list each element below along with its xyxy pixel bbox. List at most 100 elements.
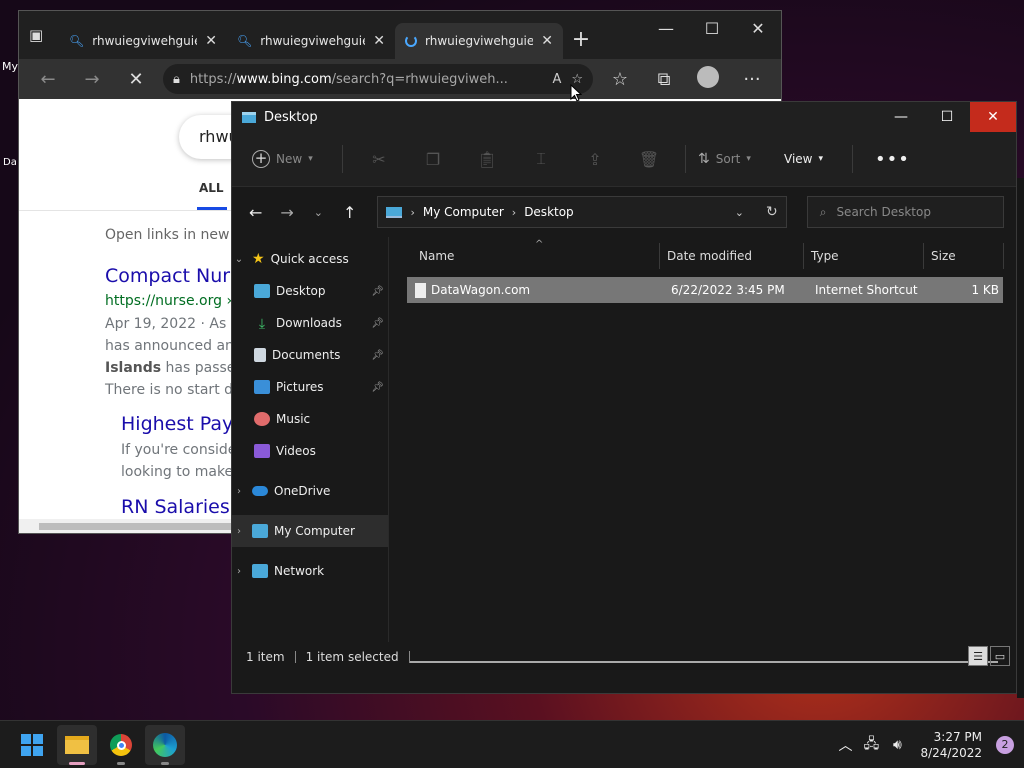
forward-icon[interactable]: → [275,203,298,222]
desktop-icon-label[interactable]: Da [3,157,17,168]
sidebar-item-my-computer[interactable]: › My Computer [232,515,388,547]
sub-result-link[interactable]: Highest Payi [121,413,239,435]
lock-icon[interactable]: 🔒︎ [173,72,180,87]
search-input[interactable]: ⌕ Search Desktop [806,196,1004,228]
taskbar-chrome[interactable] [101,725,141,765]
profile-avatar[interactable] [691,65,725,93]
forward-icon[interactable]: → [75,69,109,90]
rename-icon[interactable]: ⌶ [517,149,565,169]
url-text[interactable]: https://www.bing.com/search?q=rhwuiegviw… [190,72,543,87]
close-button[interactable]: ✕ [970,102,1016,132]
read-aloud-icon[interactable]: A [552,72,561,87]
settings-more-icon[interactable]: ··· [735,69,769,90]
refresh-icon[interactable]: ↻ [766,204,778,220]
close-tab-icon[interactable]: ✕ [205,33,217,49]
explorer-title-bar[interactable]: Desktop — ☐ ✕ [232,102,1016,132]
sidebar-item-quick-access[interactable]: ⌄ ★ Quick access [232,243,388,275]
see-more-button[interactable]: ••• [875,149,910,170]
chevron-right-icon[interactable]: › [232,526,246,537]
close-tab-icon[interactable]: ✕ [541,33,553,49]
tab-actions-icon[interactable]: ▣ [29,26,59,44]
tab-all[interactable]: ALL [199,181,224,195]
desktop-icon-label[interactable]: My [2,60,18,73]
selection-count: 1 item selected [305,650,399,664]
back-icon[interactable]: ← [31,69,65,90]
up-icon[interactable]: ↑ [338,203,361,222]
details-view-icon[interactable]: ☰ [968,646,988,666]
copy-icon[interactable]: ❐ [409,150,457,169]
chevron-down-icon: ▾ [746,154,751,164]
sort-ascending-icon: ^ [535,239,544,250]
sidebar-item-onedrive[interactable]: › OneDrive [232,475,388,507]
volume-icon[interactable]: 🔊︎ [884,737,910,753]
sidebar-item-pictures[interactable]: Pictures 📌︎ [232,371,388,403]
stop-loading-icon[interactable]: ✕ [119,69,153,90]
sidebar-item-documents[interactable]: Documents 📌︎ [232,339,388,371]
close-tab-icon[interactable]: ✕ [373,33,385,49]
open-links-setting[interactable]: Open links in new ta [105,227,248,243]
table-row[interactable]: DataWagon.com 6/22/2022 3:45 PM Internet… [407,277,1003,303]
maximize-button[interactable]: ☐ [689,19,735,38]
column-header-type[interactable]: Type [811,249,839,263]
cut-icon[interactable]: ✂ [355,150,403,169]
view-button[interactable]: View ▾ [784,152,840,166]
collections-icon[interactable]: ⧉ [647,69,681,90]
sub-result-link[interactable]: RN Salaries [121,496,230,518]
delete-icon[interactable]: 🗑︎ [625,150,673,169]
new-button[interactable]: + New ▾ [252,150,330,168]
address-bar[interactable]: 🔒︎ https://www.bing.com/search?q=rhwuieg… [163,64,593,94]
minimize-button[interactable]: — [643,19,689,38]
breadcrumb-desktop[interactable]: Desktop [524,205,574,219]
breadcrumb[interactable]: › My Computer › Desktop ⌄ ↻ [377,196,787,228]
command-bar: + New ▾ ✂ ❐ 📋︎ ⌶ ⇪ 🗑︎ ⇅ Sort ▾ View ▾ ••… [232,132,1016,187]
document-icon [254,348,266,362]
taskbar-file-explorer[interactable] [57,725,97,765]
loading-spinner-icon [405,35,417,47]
chevron-up-icon[interactable]: ︿ [832,735,858,755]
minimize-button[interactable]: — [878,102,924,132]
sidebar-item-network[interactable]: › Network [232,555,388,587]
computer-icon [386,206,403,218]
clock[interactable]: 3:27 PM 8/24/2022 [920,729,982,761]
tiles-view-icon[interactable]: ▭ [990,646,1010,666]
chevron-right-icon[interactable]: › [410,206,414,219]
column-header-date[interactable]: Date modified [667,249,752,263]
background-window-edge [1017,178,1024,698]
browser-tab[interactable]: 🔍︎ rhwuiegviwehguier ✕ [59,23,227,59]
notification-badge[interactable]: 2 [996,736,1014,754]
column-header-name[interactable]: Name [419,249,454,263]
chevron-right-icon[interactable]: › [512,206,516,219]
back-icon[interactable]: ← [244,203,267,222]
chevron-right-icon[interactable]: › [232,486,246,497]
result-title-link[interactable]: Compact Nurs [105,265,240,287]
sidebar-item-downloads[interactable]: ⤓ Downloads 📌︎ [232,307,388,339]
sidebar-item-videos[interactable]: Videos [232,435,388,467]
clock-time: 3:27 PM [933,730,982,744]
result-snippet: If you're consideri [121,442,247,458]
share-icon[interactable]: ⇪ [571,150,619,169]
favorites-icon[interactable]: ☆ [603,69,637,90]
paste-icon[interactable]: 📋︎ [463,150,511,169]
sort-icon: ⇅ [698,151,710,167]
result-url[interactable]: https://nurse.org › [105,293,232,309]
sidebar-item-music[interactable]: Music [232,403,388,435]
start-button[interactable] [12,725,52,765]
taskbar: ︿ 🖧 🔊︎ 3:27 PM 8/24/2022 2 [0,720,1024,768]
chevron-right-icon[interactable]: › [232,566,246,577]
chevron-down-icon[interactable]: ⌄ [232,254,246,265]
breadcrumb-my-computer[interactable]: My Computer [423,205,504,219]
download-icon: ⤓ [258,316,266,332]
network-icon[interactable]: 🖧 [858,733,884,757]
taskbar-edge[interactable] [145,725,185,765]
browser-tab[interactable]: 🔍︎ rhwuiegviwehguier ✕ [227,23,395,59]
maximize-button[interactable]: ☐ [924,102,970,132]
sidebar-item-desktop[interactable]: Desktop 📌︎ [232,275,388,307]
recent-locations-icon[interactable]: ⌄ [307,206,330,219]
close-button[interactable]: ✕ [735,19,781,38]
sort-button[interactable]: ⇅ Sort ▾ [698,151,772,167]
browser-tab-active[interactable]: rhwuiegviwehguier ✕ [395,23,563,59]
chevron-down-icon[interactable]: ⌄ [735,206,744,219]
column-header-size[interactable]: Size [931,249,956,263]
file-name[interactable]: DataWagon.com [431,283,530,297]
new-tab-button[interactable]: + [563,27,599,52]
